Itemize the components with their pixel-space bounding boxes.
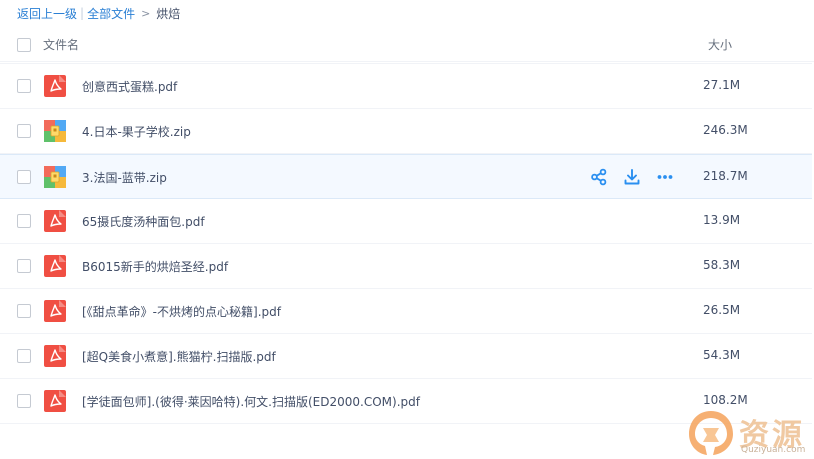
file-name[interactable]: [超Q美食小煮意].熊猫柠.扫描版.pdf (82, 348, 276, 365)
file-row[interactable]: 65摄氏度汤种面包.pdf 13.9M (0, 199, 812, 244)
file-size: 54.3M (703, 348, 741, 362)
column-header-name[interactable]: 文件名 (43, 36, 79, 53)
file-row[interactable]: 创意西式蛋糕.pdf 27.1M (0, 64, 812, 109)
file-name[interactable]: 4.日本-果子学校.zip (82, 123, 191, 140)
file-size: 246.3M (703, 123, 748, 137)
row-checkbox[interactable] (17, 214, 31, 228)
pdf-file-icon (44, 390, 66, 412)
select-all-checkbox[interactable] (17, 38, 31, 52)
file-row[interactable]: B6015新手的烘焙圣经.pdf 58.3M (0, 244, 812, 289)
pdf-file-icon (44, 75, 66, 97)
pdf-file-icon (44, 255, 66, 277)
row-checkbox[interactable] (17, 394, 31, 408)
row-checkbox[interactable] (17, 79, 31, 93)
row-checkbox[interactable] (17, 170, 31, 184)
zip-file-icon (44, 120, 66, 142)
file-row[interactable]: 3.法国-蓝带.zip 218.7M (0, 154, 812, 199)
pdf-file-icon (44, 210, 66, 232)
column-header-size[interactable]: 大小 (708, 36, 732, 53)
file-row[interactable]: [学徒面包师].(彼得·莱因哈特).何文.扫描版(ED2000.COM).pdf… (0, 379, 812, 424)
more-button[interactable] (654, 167, 676, 189)
file-row[interactable]: 4.日本-果子学校.zip 246.3M (0, 109, 812, 154)
file-size: 13.9M (703, 213, 741, 227)
back-link[interactable]: 返回上一级 (17, 5, 77, 22)
breadcrumb: 返回上一级 | 全部文件 > 烘焙 (17, 4, 180, 22)
file-size: 108.2M (703, 393, 748, 407)
file-name[interactable]: B6015新手的烘焙圣经.pdf (82, 258, 228, 275)
row-checkbox[interactable] (17, 124, 31, 138)
list-header: 文件名 大小 (0, 27, 814, 61)
file-name[interactable]: 创意西式蛋糕.pdf (82, 78, 177, 95)
file-row[interactable]: [《甜点革命》-不烘烤的点心秘籍].pdf 26.5M (0, 289, 812, 334)
file-size: 218.7M (703, 169, 748, 183)
file-size: 58.3M (703, 258, 741, 272)
file-name[interactable]: [《甜点革命》-不烘烤的点心秘籍].pdf (82, 303, 281, 320)
row-checkbox[interactable] (17, 259, 31, 273)
current-folder: 烘焙 (156, 6, 181, 21)
file-size: 27.1M (703, 78, 741, 92)
file-name[interactable]: 65摄氏度汤种面包.pdf (82, 213, 205, 230)
all-files-link[interactable]: 全部文件 (87, 5, 135, 22)
download-icon (623, 168, 641, 189)
row-actions (588, 167, 676, 189)
pdf-file-icon (44, 300, 66, 322)
share-icon (590, 168, 608, 189)
breadcrumb-separator: | (80, 6, 85, 20)
file-list: H722+糕點女王的聰明烘焙法.pdf58.6M创意西式蛋糕.pdf27.1M4… (0, 40, 814, 459)
file-size: 26.5M (703, 303, 741, 317)
file-name[interactable]: [学徒面包师].(彼得·莱因哈特).何文.扫描版(ED2000.COM).pdf (82, 393, 420, 410)
pdf-file-icon (44, 345, 66, 367)
breadcrumb-arrow: > (141, 6, 151, 20)
more-icon (656, 168, 674, 189)
zip-file-icon (44, 166, 66, 188)
file-name[interactable]: 3.法国-蓝带.zip (82, 169, 167, 186)
row-checkbox[interactable] (17, 349, 31, 363)
download-button[interactable] (621, 167, 643, 189)
row-checkbox[interactable] (17, 304, 31, 318)
file-row[interactable]: [超Q美食小煮意].熊猫柠.扫描版.pdf 54.3M (0, 334, 812, 379)
share-button[interactable] (588, 167, 610, 189)
